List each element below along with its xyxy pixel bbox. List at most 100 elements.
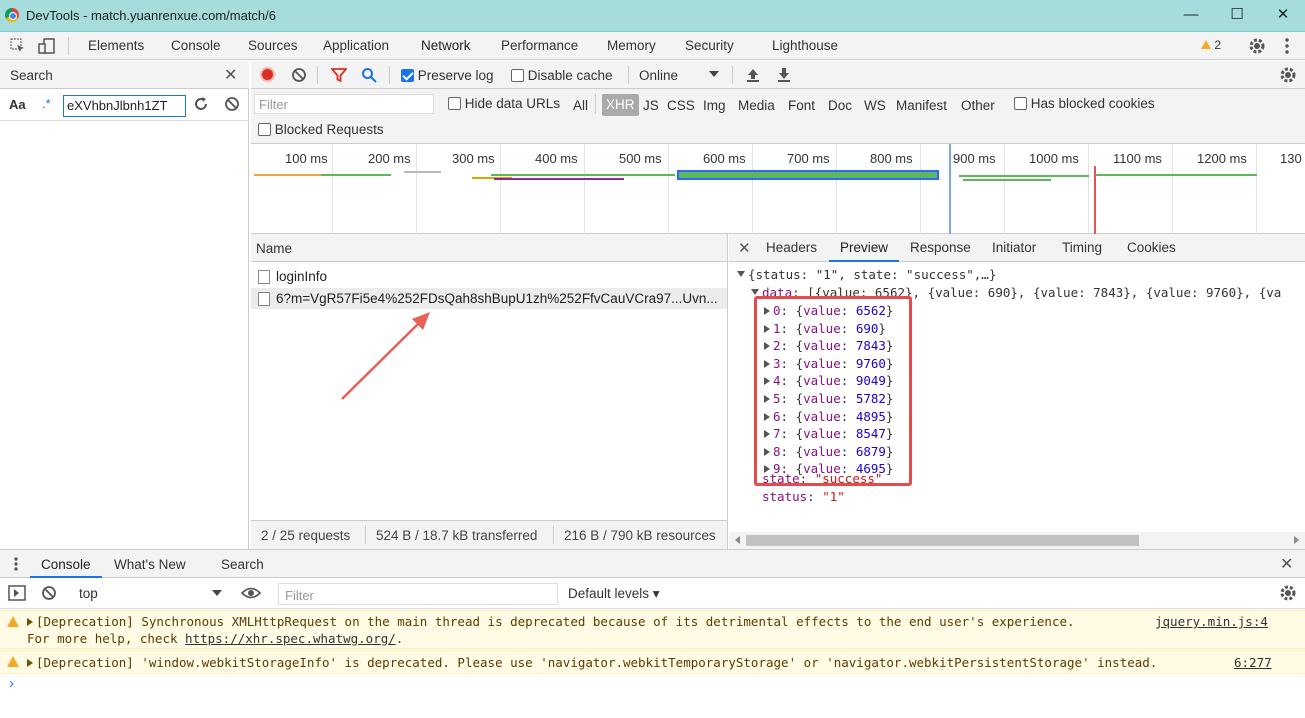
warnings-counter[interactable]: 2: [1201, 38, 1221, 52]
has-blocked-cookies-check[interactable]: [1014, 97, 1027, 110]
warning-icon: [1201, 40, 1211, 49]
type-filter-all[interactable]: All: [573, 98, 588, 113]
settings-gear-icon[interactable]: [1248, 37, 1266, 55]
tab-performance[interactable]: Performance: [501, 38, 578, 53]
record-icon[interactable]: [260, 67, 275, 82]
drawer-tab-search[interactable]: Search: [221, 557, 264, 572]
scroll-right-icon[interactable]: [1294, 536, 1299, 544]
search-query-input[interactable]: eXVhbnJlbnh1ZT: [63, 95, 186, 117]
preserve-log-check[interactable]: [401, 69, 414, 82]
maximize-button[interactable]: ☐: [1222, 4, 1252, 26]
import-har-icon[interactable]: [746, 67, 760, 83]
json-root-node[interactable]: {status: "1", state: "success",…}: [737, 266, 996, 284]
log-levels-select[interactable]: Default levels ▾: [568, 586, 660, 602]
type-filter-media[interactable]: Media: [738, 98, 775, 113]
search-icon[interactable]: [361, 67, 377, 83]
live-expression-eye-icon[interactable]: [241, 586, 261, 600]
tab-lighthouse[interactable]: Lighthouse: [772, 38, 838, 53]
type-filter-manifest[interactable]: Manifest: [896, 98, 947, 113]
tab-elements[interactable]: Elements: [88, 38, 144, 53]
network-timeline-overview[interactable]: 100 ms 200 ms 300 ms 400 ms 500 ms 600 m…: [251, 144, 1305, 234]
source-link[interactable]: 6:277: [1234, 655, 1272, 670]
has-blocked-cookies-checkbox[interactable]: Has blocked cookies: [1014, 96, 1155, 111]
request-row-selected[interactable]: 6?m=VgR57Fi5e4%252FDsQah8shBupU1zh%252Ff…: [251, 288, 727, 309]
minimize-button[interactable]: —: [1176, 4, 1206, 26]
console-sidebar-icon[interactable]: [8, 585, 26, 601]
clear-search-icon[interactable]: [224, 96, 240, 112]
console-filter-input[interactable]: Filter: [278, 583, 558, 605]
throttling-dropdown-icon[interactable]: [709, 71, 719, 77]
tab-console[interactable]: Console: [171, 38, 221, 53]
network-filter-input[interactable]: Filter: [254, 94, 434, 114]
disable-cache-checkbox[interactable]: Disable cache: [511, 68, 613, 83]
collapse-triangle-icon[interactable]: [737, 271, 745, 277]
collapse-triangle-icon[interactable]: [751, 289, 759, 295]
name-column-header[interactable]: Name: [256, 241, 292, 256]
toolbar-divider: [365, 526, 366, 544]
regex-button[interactable]: .*: [42, 96, 51, 111]
throttling-select[interactable]: Online: [639, 68, 678, 83]
console-prompt[interactable]: ›: [9, 675, 14, 692]
tab-preview[interactable]: Preview: [840, 240, 888, 255]
tab-timing[interactable]: Timing: [1062, 240, 1102, 255]
clear-console-icon[interactable]: [41, 585, 57, 601]
context-select[interactable]: top: [79, 586, 98, 601]
blocked-requests-checkbox[interactable]: Blocked Requests: [258, 122, 384, 137]
clear-log-icon[interactable]: [291, 67, 307, 83]
drawer-tab-console[interactable]: Console: [41, 557, 91, 572]
tab-application[interactable]: Application: [323, 38, 389, 53]
source-link[interactable]: jquery.min.js:4: [1155, 614, 1268, 629]
horizontal-scrollbar[interactable]: [729, 532, 1305, 549]
type-filter-css[interactable]: CSS: [667, 98, 695, 113]
network-summary-bar: 2 / 25 requests 524 B / 18.7 kB transfer…: [251, 520, 728, 549]
tab-headers[interactable]: Headers: [766, 240, 817, 255]
refresh-icon[interactable]: [193, 96, 209, 112]
expand-triangle-icon[interactable]: [27, 618, 33, 626]
tab-security[interactable]: Security: [685, 38, 734, 53]
blocked-requests-check[interactable]: [258, 123, 271, 136]
type-filter-font[interactable]: Font: [788, 98, 815, 113]
type-filter-ws[interactable]: WS: [864, 98, 886, 113]
tab-sources[interactable]: Sources: [248, 38, 298, 53]
disable-cache-check[interactable]: [511, 69, 524, 82]
drawer-menu-icon[interactable]: [12, 556, 20, 572]
timeline-gridline: [836, 144, 837, 234]
hide-data-urls-check[interactable]: [448, 97, 461, 110]
export-har-icon[interactable]: [777, 67, 791, 83]
device-toolbar-icon[interactable]: [38, 37, 56, 55]
tab-initiator[interactable]: Initiator: [992, 240, 1036, 255]
xhr-spec-link[interactable]: https://xhr.spec.whatwg.org/: [185, 631, 396, 646]
disable-cache-label: Disable cache: [527, 68, 613, 83]
tab-memory[interactable]: Memory: [607, 38, 656, 53]
type-filter-js[interactable]: JS: [643, 98, 659, 113]
timeline-gridline: [1172, 144, 1173, 234]
filter-icon[interactable]: [331, 67, 347, 83]
close-window-button[interactable]: ✕: [1268, 4, 1298, 26]
context-dropdown-icon[interactable]: [212, 590, 222, 596]
preserve-log-checkbox[interactable]: Preserve log: [401, 68, 494, 83]
type-filter-xhr[interactable]: XHR: [602, 94, 639, 116]
match-case-button[interactable]: Aa: [9, 97, 26, 112]
expand-triangle-icon[interactable]: [27, 659, 33, 667]
timeline-gridline: [1004, 144, 1005, 234]
drawer-tab-whats-new[interactable]: What's New: [114, 557, 186, 572]
type-filter-doc[interactable]: Doc: [828, 98, 852, 113]
tab-network[interactable]: Network: [421, 38, 471, 53]
scroll-left-icon[interactable]: [735, 536, 740, 544]
toolbar-divider: [389, 66, 390, 84]
type-filter-other[interactable]: Other: [961, 98, 995, 113]
console-settings-icon[interactable]: [1279, 584, 1297, 602]
hide-data-urls-checkbox[interactable]: Hide data URLs: [448, 96, 560, 111]
close-drawer-icon[interactable]: ✕: [1280, 554, 1293, 574]
type-filter-img[interactable]: Img: [703, 98, 726, 113]
close-search-icon[interactable]: ✕: [224, 65, 237, 85]
inspect-element-icon[interactable]: [10, 38, 26, 54]
tab-response[interactable]: Response: [910, 240, 971, 255]
close-detail-icon[interactable]: ✕: [738, 239, 751, 257]
scrollbar-thumb[interactable]: [746, 535, 1139, 546]
request-row[interactable]: loginInfo: [251, 266, 727, 287]
tab-cookies[interactable]: Cookies: [1127, 240, 1176, 255]
more-options-icon[interactable]: [1281, 37, 1293, 55]
network-settings-icon[interactable]: [1279, 66, 1297, 84]
file-icon: [258, 270, 270, 284]
